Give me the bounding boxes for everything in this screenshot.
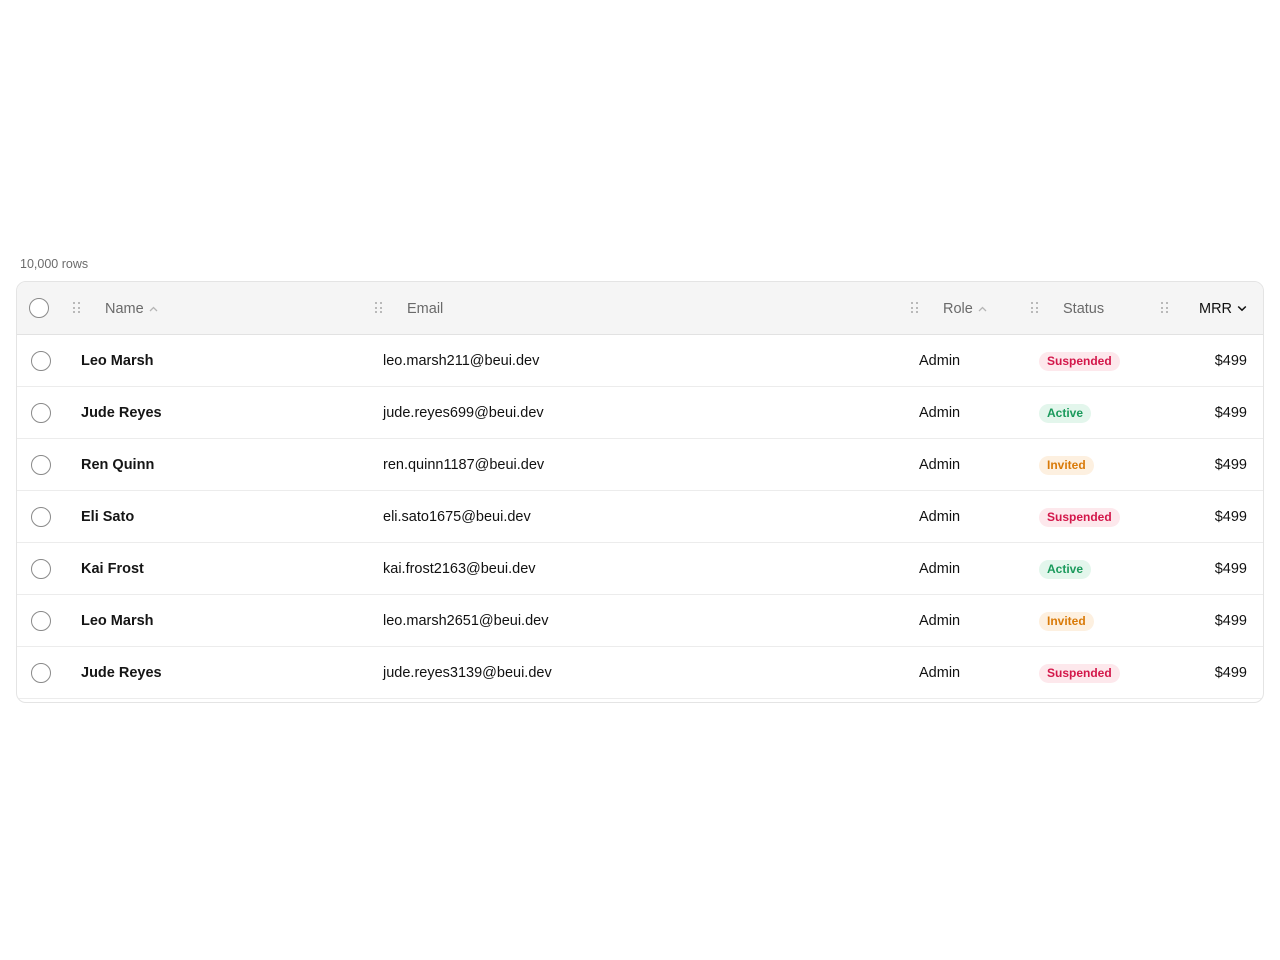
cell-email: kai.frost2163@beui.dev [383,561,536,577]
row-checkbox[interactable] [31,455,51,475]
status-badge: Active [1039,559,1092,579]
table-row[interactable]: Jude Reyes jude.reyes699@beui.dev Admin … [17,387,1263,439]
status-badge: Active [1039,403,1092,423]
cell-mrr: $499 [1214,665,1247,681]
table-row[interactable]: Jude Reyes jude.reyes3139@beui.dev Admin… [17,647,1263,699]
cell-role: Admin [919,509,961,525]
chevron-down-icon [1237,304,1247,314]
cell-email: ren.quinn1187@beui.dev [383,457,545,473]
column-header-name[interactable]: Name [105,282,159,335]
row-count-label: 10,000 rows [20,257,89,271]
drag-handle-icon[interactable] [911,302,919,314]
cell-role: Admin [919,457,961,473]
status-badge: Invited [1039,455,1094,475]
row-checkbox[interactable] [31,611,51,631]
column-header-mrr[interactable]: MRR [1199,282,1247,335]
data-table: Name Email Role Status MRR Leo Marsh leo… [16,281,1264,703]
column-header-status-label: Status [1063,300,1105,317]
column-header-role[interactable]: Role [943,282,988,335]
drag-handle-icon[interactable] [1161,302,1169,314]
row-checkbox[interactable] [31,663,51,683]
cell-name: Leo Marsh [81,613,154,629]
cell-status: Invited [1039,595,1094,647]
cell-mrr: $499 [1214,613,1247,629]
status-badge: Suspended [1039,507,1120,527]
cell-email: leo.marsh211@beui.dev [383,353,540,369]
cell-email: leo.marsh2651@beui.dev [383,613,549,629]
cell-name: Jude Reyes [81,665,162,681]
cell-name: Ren Quinn [81,457,155,473]
cell-status: Invited [1039,439,1094,491]
status-badge: Suspended [1039,351,1120,371]
cell-role: Admin [919,353,961,369]
table-row[interactable]: Eli Sato eli.sato1675@beui.dev Admin Sus… [17,491,1263,543]
cell-role: Admin [919,561,961,577]
chevron-up-icon [149,304,159,314]
cell-status: Suspended [1039,335,1120,387]
row-checkbox[interactable] [31,403,51,423]
drag-handle-icon[interactable] [375,302,383,314]
cell-mrr: $499 [1214,405,1247,421]
table-row[interactable]: Kai Frost kai.frost2163@beui.dev Admin A… [17,543,1263,595]
table-row[interactable]: Ren Quinn ren.quinn1187@beui.dev Admin I… [17,439,1263,491]
cell-mrr: $499 [1214,353,1247,369]
column-header-status[interactable]: Status [1063,282,1104,335]
drag-handle-icon[interactable] [73,302,81,314]
table-row[interactable]: Leo Marsh leo.marsh2651@beui.dev Admin I… [17,595,1263,647]
cell-status: Suspended [1039,647,1120,699]
table-row[interactable]: Leo Marsh leo.marsh211@beui.dev Admin Su… [17,335,1263,387]
cell-status: Active [1039,543,1092,595]
cell-role: Admin [919,405,961,421]
cell-role: Admin [919,665,961,681]
cell-mrr: $499 [1214,561,1247,577]
row-checkbox[interactable] [31,351,51,371]
select-all-checkbox[interactable] [29,298,49,318]
cell-email: eli.sato1675@beui.dev [383,509,531,525]
status-badge: Invited [1039,611,1094,631]
table-header: Name Email Role Status MRR [17,282,1263,335]
cell-mrr: $499 [1214,457,1247,473]
column-header-email[interactable]: Email [407,282,443,335]
cell-email: jude.reyes3139@beui.dev [383,665,552,681]
cell-email: jude.reyes699@beui.dev [383,405,544,421]
table-body: Leo Marsh leo.marsh211@beui.dev Admin Su… [17,335,1263,699]
chevron-up-icon [978,304,988,314]
status-badge: Suspended [1039,663,1120,683]
column-header-name-label: Name [105,300,144,317]
column-header-mrr-label: MRR [1199,300,1233,317]
row-checkbox[interactable] [31,507,51,527]
cell-status: Active [1039,387,1092,439]
cell-name: Jude Reyes [81,405,162,421]
cell-name: Kai Frost [81,561,144,577]
column-header-email-label: Email [407,300,444,317]
cell-status: Suspended [1039,491,1120,543]
drag-handle-icon[interactable] [1031,302,1039,314]
cell-mrr: $499 [1214,509,1247,525]
row-checkbox[interactable] [31,559,51,579]
cell-role: Admin [919,613,961,629]
cell-name: Eli Sato [81,509,135,525]
column-header-role-label: Role [943,300,973,317]
cell-name: Leo Marsh [81,353,154,369]
